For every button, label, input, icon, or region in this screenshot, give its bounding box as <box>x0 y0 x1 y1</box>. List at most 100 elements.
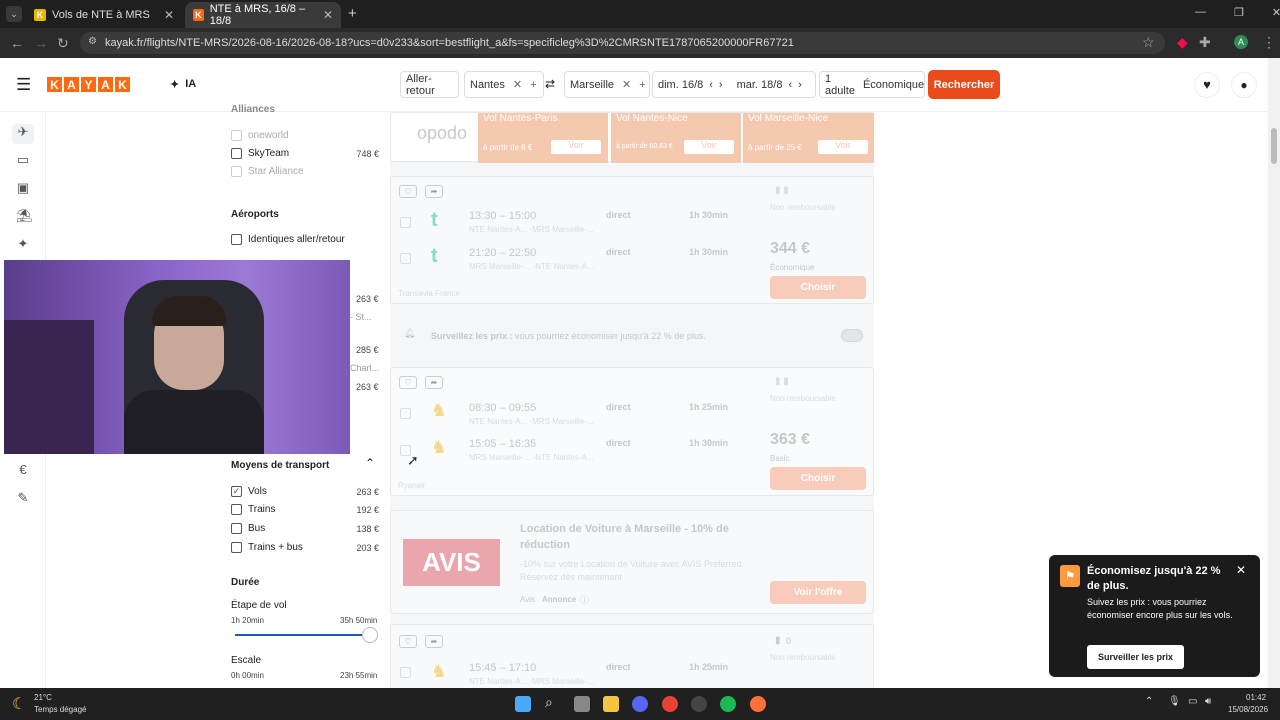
back-icon[interactable]: ← <box>10 35 24 51</box>
filter-transport-flights[interactable]: ✓ Vols 263 € <box>231 486 379 497</box>
extensions-puzzle-icon[interactable]: ✚ <box>1199 34 1211 51</box>
search-button[interactable]: Rechercher <box>928 70 1000 99</box>
remove-destination-icon[interactable]: ✕ <box>622 78 631 91</box>
ad-offer-button[interactable]: Voir <box>551 140 601 154</box>
feedback-icon[interactable]: ✎ <box>16 490 30 505</box>
favorite-heart-icon[interactable]: ♡ <box>399 185 417 198</box>
microphone-icon[interactable]: 🎙︎ <box>1168 696 1181 707</box>
leg-checkbox[interactable] <box>400 408 411 419</box>
start-icon[interactable] <box>515 696 531 712</box>
filter-same-airport[interactable]: Identiques aller/retour <box>231 234 379 245</box>
leg-checkbox[interactable] <box>400 217 411 228</box>
ai-button[interactable]: ✦ IA <box>170 78 196 91</box>
ad-offer[interactable]: Vol Marseille-Nice à partir de 25 € Voir <box>743 113 874 163</box>
ad-offer-button[interactable]: Voir <box>818 140 868 154</box>
trip-type-select[interactable]: Aller-retour <box>400 71 459 98</box>
share-icon[interactable]: ➦ <box>425 376 443 389</box>
discord-icon[interactable] <box>632 696 648 712</box>
share-icon[interactable]: ➦ <box>425 635 443 648</box>
account-icon[interactable]: ● <box>1231 72 1257 98</box>
task-view-icon[interactable] <box>574 696 590 712</box>
network-icon[interactable]: ▭ <box>1188 696 1197 707</box>
swap-icon[interactable]: ⇄ <box>545 77 555 91</box>
origin-field[interactable]: Nantes ✕ + <box>464 71 544 98</box>
favorite-heart-icon[interactable]: ♡ <box>399 376 417 389</box>
destination-field[interactable]: Marseille ✕ + <box>564 71 650 98</box>
extension-icon[interactable]: ◆ <box>1177 34 1188 51</box>
obs-icon[interactable] <box>691 696 707 712</box>
checkbox[interactable] <box>231 542 242 553</box>
next-return-icon[interactable]: › <box>798 79 802 91</box>
checkbox[interactable] <box>231 523 242 534</box>
filter-alliance-skyteam[interactable]: SkyTeam 748 € <box>231 148 379 159</box>
leg-checkbox[interactable] <box>400 667 411 678</box>
kayak-logo[interactable]: K A Y A K <box>47 77 130 92</box>
checkbox-checked[interactable]: ✓ <box>231 486 242 497</box>
url-field[interactable]: ⚙ kayak.fr/flights/NTE-MRS/2026-08-16/20… <box>80 32 1165 54</box>
share-icon[interactable]: ➦ <box>425 185 443 198</box>
add-origin-icon[interactable]: + <box>530 79 536 91</box>
date-picker[interactable]: dim. 16/8 ‹ › mar. 18/8 ‹ › <box>652 71 816 98</box>
view-offer-button[interactable]: Voir l'offre <box>770 581 866 604</box>
chevron-up-icon[interactable]: ⌃ <box>365 456 375 470</box>
tab-kayak[interactable]: K NTE à MRS, 16/8 – 18/8 ✕ <box>185 2 341 28</box>
flight-result-card[interactable]: ♡ ➦ ▮ ▮ Non remboursable ♞ 08:30 – 09:55… <box>390 367 874 496</box>
remove-origin-icon[interactable]: ✕ <box>513 78 522 91</box>
leg-checkbox[interactable] <box>400 253 411 264</box>
filter-transport-bus[interactable]: Bus 138 € <box>231 523 379 534</box>
leg-duration-slider-handle[interactable] <box>362 627 378 643</box>
hamburger-menu-icon[interactable]: ☰ <box>16 75 31 95</box>
hotels-icon[interactable]: ▭ <box>16 152 30 167</box>
filter-transport-trains[interactable]: Trains 192 € <box>231 504 379 515</box>
prev-return-icon[interactable]: ‹ <box>788 79 792 91</box>
menu-dots-icon[interactable]: ⋮ <box>1262 34 1276 51</box>
tray-chevron-icon[interactable]: ⌃ <box>1145 696 1153 707</box>
favorites-heart-icon[interactable]: ♥ <box>1194 72 1220 98</box>
checkbox[interactable] <box>231 234 242 245</box>
filter-transport-train-bus[interactable]: Trains + bus 203 € <box>231 542 379 553</box>
tab-google[interactable]: K Vols de NTE à MRS ✕ <box>26 2 182 28</box>
cars-icon[interactable]: ▣ <box>16 180 30 195</box>
favorite-heart-icon[interactable]: ♡ <box>399 635 417 648</box>
next-depart-icon[interactable]: › <box>719 79 723 91</box>
close-window-icon[interactable]: ✕ <box>1272 6 1280 19</box>
ad-offer-button[interactable]: Voir <box>684 140 734 154</box>
clock-time[interactable]: 01:42 <box>1246 693 1266 702</box>
flights-icon[interactable]: ✈ <box>12 124 34 144</box>
checkbox[interactable] <box>231 148 242 159</box>
add-destination-icon[interactable]: + <box>639 79 645 91</box>
currency-icon[interactable]: € <box>16 462 30 477</box>
travelers-field[interactable]: 1 adulte Économique <box>819 71 925 98</box>
avis-ad-card[interactable]: AVIS Location de Voiture à Marseille - 1… <box>390 510 874 614</box>
price-alert-toggle[interactable] <box>841 329 863 342</box>
choose-button[interactable]: Choisir <box>770 467 866 490</box>
ai-sparkle-icon[interactable]: ✦ <box>16 236 30 251</box>
transport-heading[interactable]: Moyens de transport <box>231 460 329 471</box>
clock-date[interactable]: 15/08/2026 <box>1228 705 1268 714</box>
flight-result-card[interactable]: ♡ ➦ ▮ 0 Non remboursable ♞ 15:45 – 17:10… <box>390 624 874 694</box>
site-info-icon[interactable]: ⚙ <box>88 36 97 47</box>
toast-close-icon[interactable]: ✕ <box>1236 563 1246 577</box>
new-tab-button[interactable]: + <box>348 5 357 22</box>
chrome-icon[interactable] <box>662 696 678 712</box>
spotify-icon[interactable] <box>720 696 736 712</box>
bookmark-star-icon[interactable]: ☆ <box>1142 34 1155 51</box>
minimize-icon[interactable]: — <box>1195 6 1206 19</box>
ad-offer[interactable]: Vol Nantes-Nice à partir de 60,63 € Voir <box>611 113 741 163</box>
search-icon[interactable]: ⌕ <box>545 694 553 711</box>
volume-icon[interactable]: 🔊︎ <box>1205 696 1211 707</box>
profile-avatar[interactable]: A <box>1234 35 1248 49</box>
firefox-icon[interactable] <box>750 696 766 712</box>
packages-icon[interactable]: ⛱ <box>16 208 33 223</box>
choose-button[interactable]: Choisir <box>770 276 866 299</box>
scrollbar-thumb[interactable] <box>1271 128 1277 164</box>
tab-list-button[interactable]: ⌄ <box>6 6 22 22</box>
close-tab-icon[interactable]: ✕ <box>323 8 333 22</box>
flight-result-card[interactable]: ♡ ➦ ▮ ▮ Non remboursable t 13:30 – 15:00… <box>390 176 874 304</box>
close-tab-icon[interactable]: ✕ <box>164 8 174 22</box>
file-explorer-icon[interactable] <box>603 696 619 712</box>
opodo-ad-banner[interactable]: opodo Vol Nantes-Paris à partir de 8 € V… <box>390 112 874 163</box>
page-scrollbar[interactable] <box>1268 58 1280 688</box>
track-prices-button[interactable]: Surveiller les prix <box>1087 645 1184 669</box>
info-icon[interactable]: ⓘ <box>580 593 589 606</box>
